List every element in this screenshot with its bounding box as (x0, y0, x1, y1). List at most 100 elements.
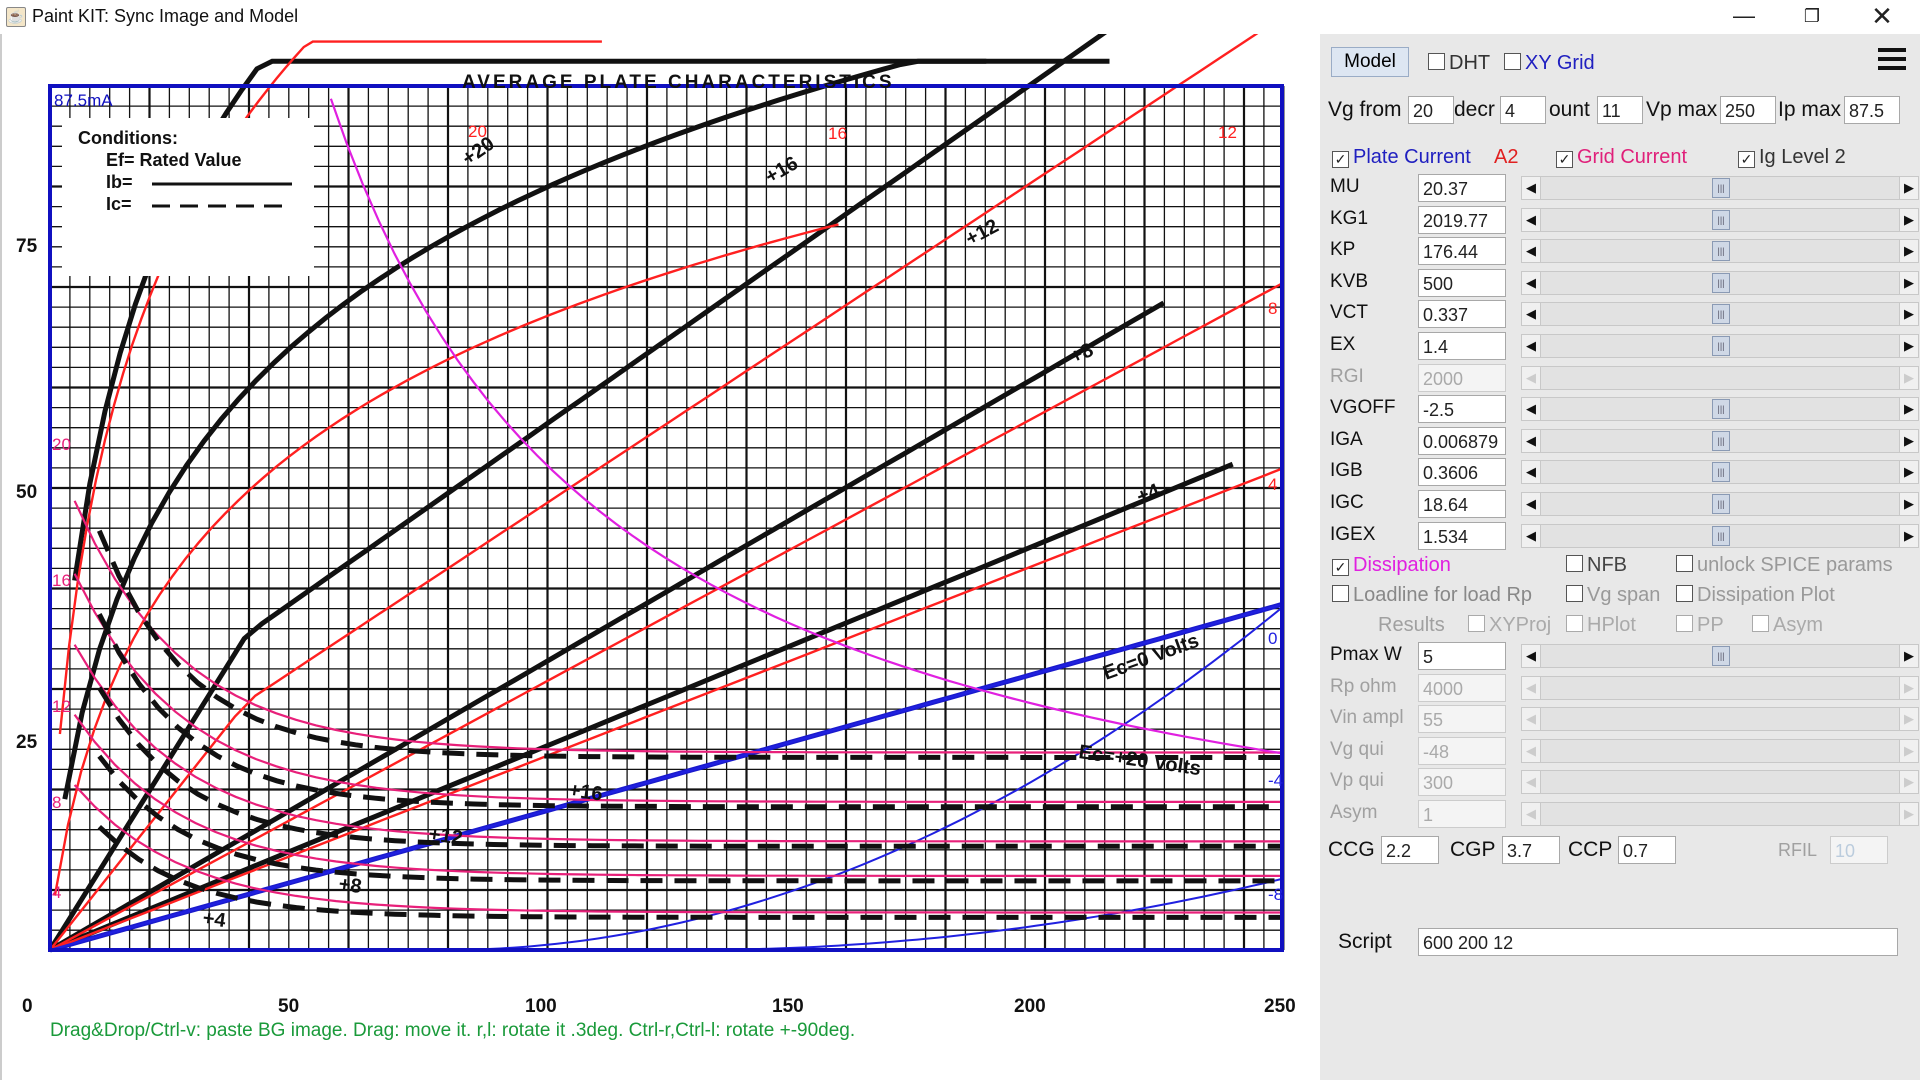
slider-right-arrow-icon[interactable]: ▶ (1899, 271, 1918, 294)
param-field[interactable]: 18.64 (1418, 490, 1506, 518)
slider-left-arrow-icon[interactable]: ◀ (1522, 177, 1541, 199)
ip-max-field[interactable]: 87.5 (1844, 96, 1900, 124)
slider-thumb[interactable]: ||| (1712, 462, 1730, 483)
script-field[interactable]: 600 200 12 (1418, 928, 1898, 956)
load-param-field[interactable]: 5 (1418, 642, 1506, 670)
dht-checkbox[interactable]: DHT (1428, 52, 1490, 75)
param-field[interactable]: 1.534 (1418, 521, 1506, 550)
param-slider[interactable]: ◀ ||| ▶ (1521, 302, 1919, 327)
slider-right-arrow-icon[interactable]: ▶ (1899, 240, 1918, 263)
slider-left-arrow-icon[interactable]: ◀ (1522, 240, 1541, 263)
slider-right-arrow-icon[interactable]: ▶ (1899, 493, 1918, 515)
slider-thumb[interactable]: ||| (1712, 646, 1730, 666)
load-param-slider[interactable]: ◀ ||| ▶ (1521, 644, 1919, 668)
slider-left-arrow-icon[interactable]: ◀ (1522, 335, 1541, 357)
param-field[interactable]: 2000 (1418, 363, 1506, 392)
slider-left-arrow-icon[interactable]: ◀ (1522, 429, 1541, 452)
slider-left-arrow-icon[interactable]: ◀ (1522, 803, 1541, 825)
param-field[interactable]: 1.4 (1418, 332, 1506, 360)
hamburger-menu-icon[interactable] (1878, 48, 1906, 74)
slider-right-arrow-icon[interactable]: ▶ (1899, 335, 1918, 357)
slider-left-arrow-icon[interactable]: ◀ (1522, 708, 1541, 731)
slider-right-arrow-icon[interactable]: ▶ (1899, 708, 1918, 731)
load-param-slider[interactable]: ◀ ▶ (1521, 675, 1919, 700)
dissipation-checkbox[interactable]: ✓ Dissipation (1332, 554, 1451, 577)
param-field[interactable]: 176.44 (1418, 237, 1506, 266)
slider-thumb[interactable]: ||| (1712, 430, 1730, 451)
slider-thumb[interactable]: ||| (1712, 304, 1730, 325)
model-button[interactable]: Model (1331, 47, 1409, 77)
dissipation-plot-checkbox[interactable]: Dissipation Plot (1676, 584, 1835, 607)
slider-right-arrow-icon[interactable]: ▶ (1899, 303, 1918, 326)
decr-field[interactable]: 4 (1500, 96, 1546, 124)
cgp-field[interactable]: 3.7 (1502, 836, 1560, 864)
plate-characteristics-plot[interactable]: AVERAGE PLATE CHARACTERISTICS Conditions… (2, 34, 1320, 1080)
slider-left-arrow-icon[interactable]: ◀ (1522, 303, 1541, 326)
load-param-field[interactable]: 55 (1418, 705, 1506, 734)
vg-span-checkbox[interactable]: Vg span (1566, 584, 1660, 607)
slider-right-arrow-icon[interactable]: ▶ (1899, 366, 1918, 389)
slider-left-arrow-icon[interactable]: ◀ (1522, 208, 1541, 231)
load-param-field[interactable]: 300 (1418, 768, 1506, 797)
load-param-slider[interactable]: ◀ ▶ (1521, 738, 1919, 763)
param-slider[interactable]: ◀ ||| ▶ (1521, 239, 1919, 264)
slider-left-arrow-icon[interactable]: ◀ (1522, 676, 1541, 699)
slider-left-arrow-icon[interactable]: ◀ (1522, 271, 1541, 294)
xy-grid-checkbox[interactable]: XY Grid (1504, 52, 1595, 75)
unlock-spice-checkbox[interactable]: unlock SPICE params (1676, 554, 1893, 577)
ccp-field[interactable]: 0.7 (1618, 836, 1676, 864)
slider-left-arrow-icon[interactable]: ◀ (1522, 771, 1541, 794)
vp-max-field[interactable]: 250 (1720, 96, 1776, 124)
minimize-button[interactable]: — (1710, 0, 1778, 34)
count-field[interactable]: 11 (1597, 96, 1643, 124)
param-slider[interactable]: ◀ ||| ▶ (1521, 492, 1919, 516)
slider-right-arrow-icon[interactable]: ▶ (1899, 645, 1918, 667)
loadline-checkbox[interactable]: Loadline for load Rp (1332, 584, 1532, 607)
hplot-checkbox[interactable]: HPlot (1566, 614, 1636, 637)
slider-right-arrow-icon[interactable]: ▶ (1899, 461, 1918, 484)
param-slider[interactable]: ◀ ||| ▶ (1521, 207, 1919, 232)
xyproj-checkbox[interactable]: XYProj (1468, 614, 1551, 637)
slider-left-arrow-icon[interactable]: ◀ (1522, 645, 1541, 667)
ccg-field[interactable]: 2.2 (1381, 836, 1439, 864)
param-slider[interactable]: ◀ ||| ▶ (1521, 428, 1919, 453)
slider-left-arrow-icon[interactable]: ◀ (1522, 461, 1541, 484)
slider-right-arrow-icon[interactable]: ▶ (1899, 398, 1918, 421)
asym-checkbox[interactable]: Asym (1752, 614, 1823, 637)
param-field[interactable]: 0.337 (1418, 300, 1506, 329)
param-slider[interactable]: ◀ ||| ▶ (1521, 270, 1919, 295)
param-field[interactable]: 500 (1418, 268, 1506, 297)
plot-panel[interactable]: AVERAGE PLATE CHARACTERISTICS Conditions… (0, 34, 1322, 1080)
slider-thumb[interactable]: ||| (1712, 209, 1730, 230)
slider-thumb[interactable]: ||| (1712, 494, 1730, 514)
param-slider[interactable]: ◀ ||| ▶ (1521, 523, 1919, 548)
slider-right-arrow-icon[interactable]: ▶ (1899, 739, 1918, 762)
close-button[interactable]: ✕ (1848, 0, 1916, 34)
rfil-field[interactable]: 10 (1830, 836, 1888, 864)
load-param-slider[interactable]: ◀ ▶ (1521, 802, 1919, 826)
param-slider[interactable]: ◀ ||| ▶ (1521, 334, 1919, 358)
param-field[interactable]: 0.3606 (1418, 458, 1506, 487)
vg-from-field[interactable]: 20 (1408, 96, 1454, 124)
plate-current-checkbox[interactable]: ✓ Plate Current (1332, 146, 1471, 169)
param-slider[interactable]: ◀ ▶ (1521, 365, 1919, 390)
param-field[interactable]: -2.5 (1418, 395, 1506, 424)
load-param-slider[interactable]: ◀ ▶ (1521, 707, 1919, 732)
maximize-button[interactable]: ❐ (1778, 0, 1846, 34)
load-param-field[interactable]: 4000 (1418, 673, 1506, 702)
slider-right-arrow-icon[interactable]: ▶ (1899, 208, 1918, 231)
slider-right-arrow-icon[interactable]: ▶ (1899, 429, 1918, 452)
slider-left-arrow-icon[interactable]: ◀ (1522, 366, 1541, 389)
param-slider[interactable]: ◀ ||| ▶ (1521, 460, 1919, 485)
slider-right-arrow-icon[interactable]: ▶ (1899, 803, 1918, 825)
slider-left-arrow-icon[interactable]: ◀ (1522, 524, 1541, 547)
slider-left-arrow-icon[interactable]: ◀ (1522, 493, 1541, 515)
param-slider[interactable]: ◀ ||| ▶ (1521, 176, 1919, 200)
slider-right-arrow-icon[interactable]: ▶ (1899, 676, 1918, 699)
slider-thumb[interactable]: ||| (1712, 399, 1730, 420)
slider-left-arrow-icon[interactable]: ◀ (1522, 739, 1541, 762)
param-field[interactable]: 20.37 (1418, 174, 1506, 202)
nfb-checkbox[interactable]: NFB (1566, 554, 1627, 577)
slider-thumb[interactable]: ||| (1712, 241, 1730, 262)
slider-right-arrow-icon[interactable]: ▶ (1899, 524, 1918, 547)
